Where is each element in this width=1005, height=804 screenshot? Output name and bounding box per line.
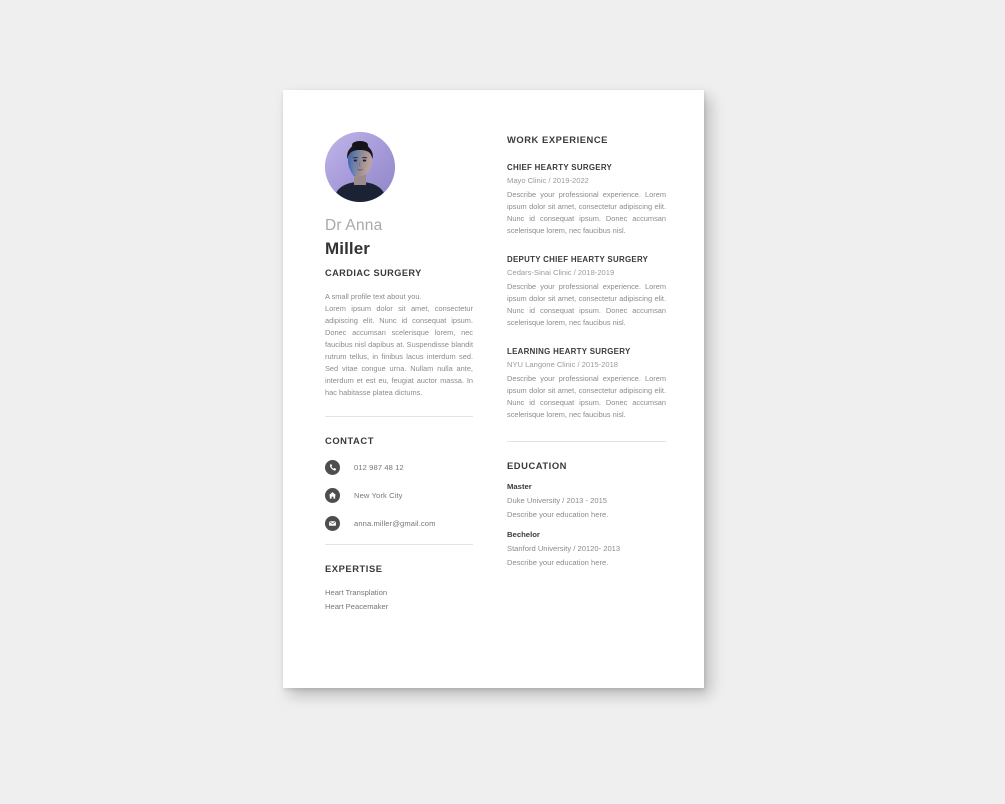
- expertise-item: Heart Peacemaker: [325, 601, 389, 611]
- envelope-icon: [325, 516, 340, 532]
- phone-icon: [325, 460, 340, 476]
- job-meta: Mayo Clinic / 2019-2022: [507, 176, 589, 185]
- home-icon: [325, 488, 340, 504]
- contact-row-phone[interactable]: 012 987 48 12: [325, 460, 474, 476]
- job-description: Describe your professional experience. L…: [507, 281, 666, 327]
- job-role: DEPUTY CHIEF HEARTY SURGERY: [507, 254, 649, 264]
- contact-row-location[interactable]: New York City: [325, 488, 474, 504]
- divider-above-contact: [325, 416, 473, 418]
- work-experience-item: DEPUTY CHIEF HEARTY SURGERY Cedars-Sinai…: [507, 255, 666, 329]
- profile-body-text: Lorem ipsum dolor sit amet, consectetur …: [325, 303, 473, 397]
- contact-value-location: New York City: [354, 491, 403, 501]
- profile-first-name: Dr Anna: [325, 217, 383, 234]
- work-experience-heading: WORK EXPERIENCE: [507, 134, 608, 145]
- profile-intro-line: A small profile text about you.: [325, 291, 422, 301]
- expertise-heading: EXPERTISE: [325, 563, 383, 575]
- education-school: Duke University / 2013 - 2015: [507, 495, 608, 505]
- job-role: CHIEF HEARTY SURGERY: [507, 163, 613, 172]
- job-description: Describe your professional experience. L…: [507, 190, 666, 235]
- resume-left-column: Dr Anna Miller CARDIAC SURGERY A small p…: [283, 90, 474, 688]
- contact-row-email[interactable]: anna.miller@gmail.com: [325, 516, 474, 532]
- expertise-item: Heart Transplation: [325, 588, 388, 598]
- portrait-photo-icon: [325, 132, 395, 202]
- education-degree: Bechelor: [507, 529, 540, 539]
- contact-value-email: anna.miller@gmail.com: [354, 519, 436, 529]
- contact-value-phone: 012 987 48 12: [354, 463, 404, 473]
- job-description: Describe your professional experience. L…: [507, 373, 666, 419]
- education-heading: EDUCATION: [507, 459, 567, 471]
- contact-heading: CONTACT: [325, 435, 374, 447]
- resume-right-column: WORK EXPERIENCE CHIEF HEARTY SURGERY May…: [474, 90, 704, 688]
- job-meta: Cedars-Sinai Clinic / 2018-2019: [507, 267, 615, 277]
- education-note: Describe your education here.: [507, 509, 609, 519]
- education-item: Bechelor Stanford University / 20120- 20…: [507, 530, 666, 567]
- profile-last-name: Miller: [325, 239, 371, 259]
- education-degree: Master: [507, 481, 532, 491]
- divider-above-expertise: [325, 544, 473, 546]
- profile-job-title: CARDIAC SURGERY: [325, 267, 422, 278]
- job-meta: NYU Langone Clinic / 2015-2018: [507, 359, 619, 369]
- job-role: LEARNING HEARTY SURGERY: [507, 346, 631, 356]
- divider-above-education: [507, 440, 666, 442]
- expertise-list: Heart Transplation Heart Peacemaker: [325, 586, 474, 613]
- education-item: Master Duke University / 2013 - 2015 Des…: [507, 482, 666, 519]
- resume-page: Dr Anna Miller CARDIAC SURGERY A small p…: [283, 90, 704, 688]
- education-note: Describe your education here.: [507, 557, 609, 567]
- work-experience-item: LEARNING HEARTY SURGERY NYU Langone Clin…: [507, 347, 666, 421]
- contact-list: 012 987 48 12 New York City anna.miller@…: [325, 460, 474, 532]
- work-experience-item: CHIEF HEARTY SURGERY Mayo Clinic / 2019-…: [507, 163, 666, 237]
- avatar: [325, 132, 395, 202]
- education-school: Stanford University / 20120- 2013: [507, 543, 621, 553]
